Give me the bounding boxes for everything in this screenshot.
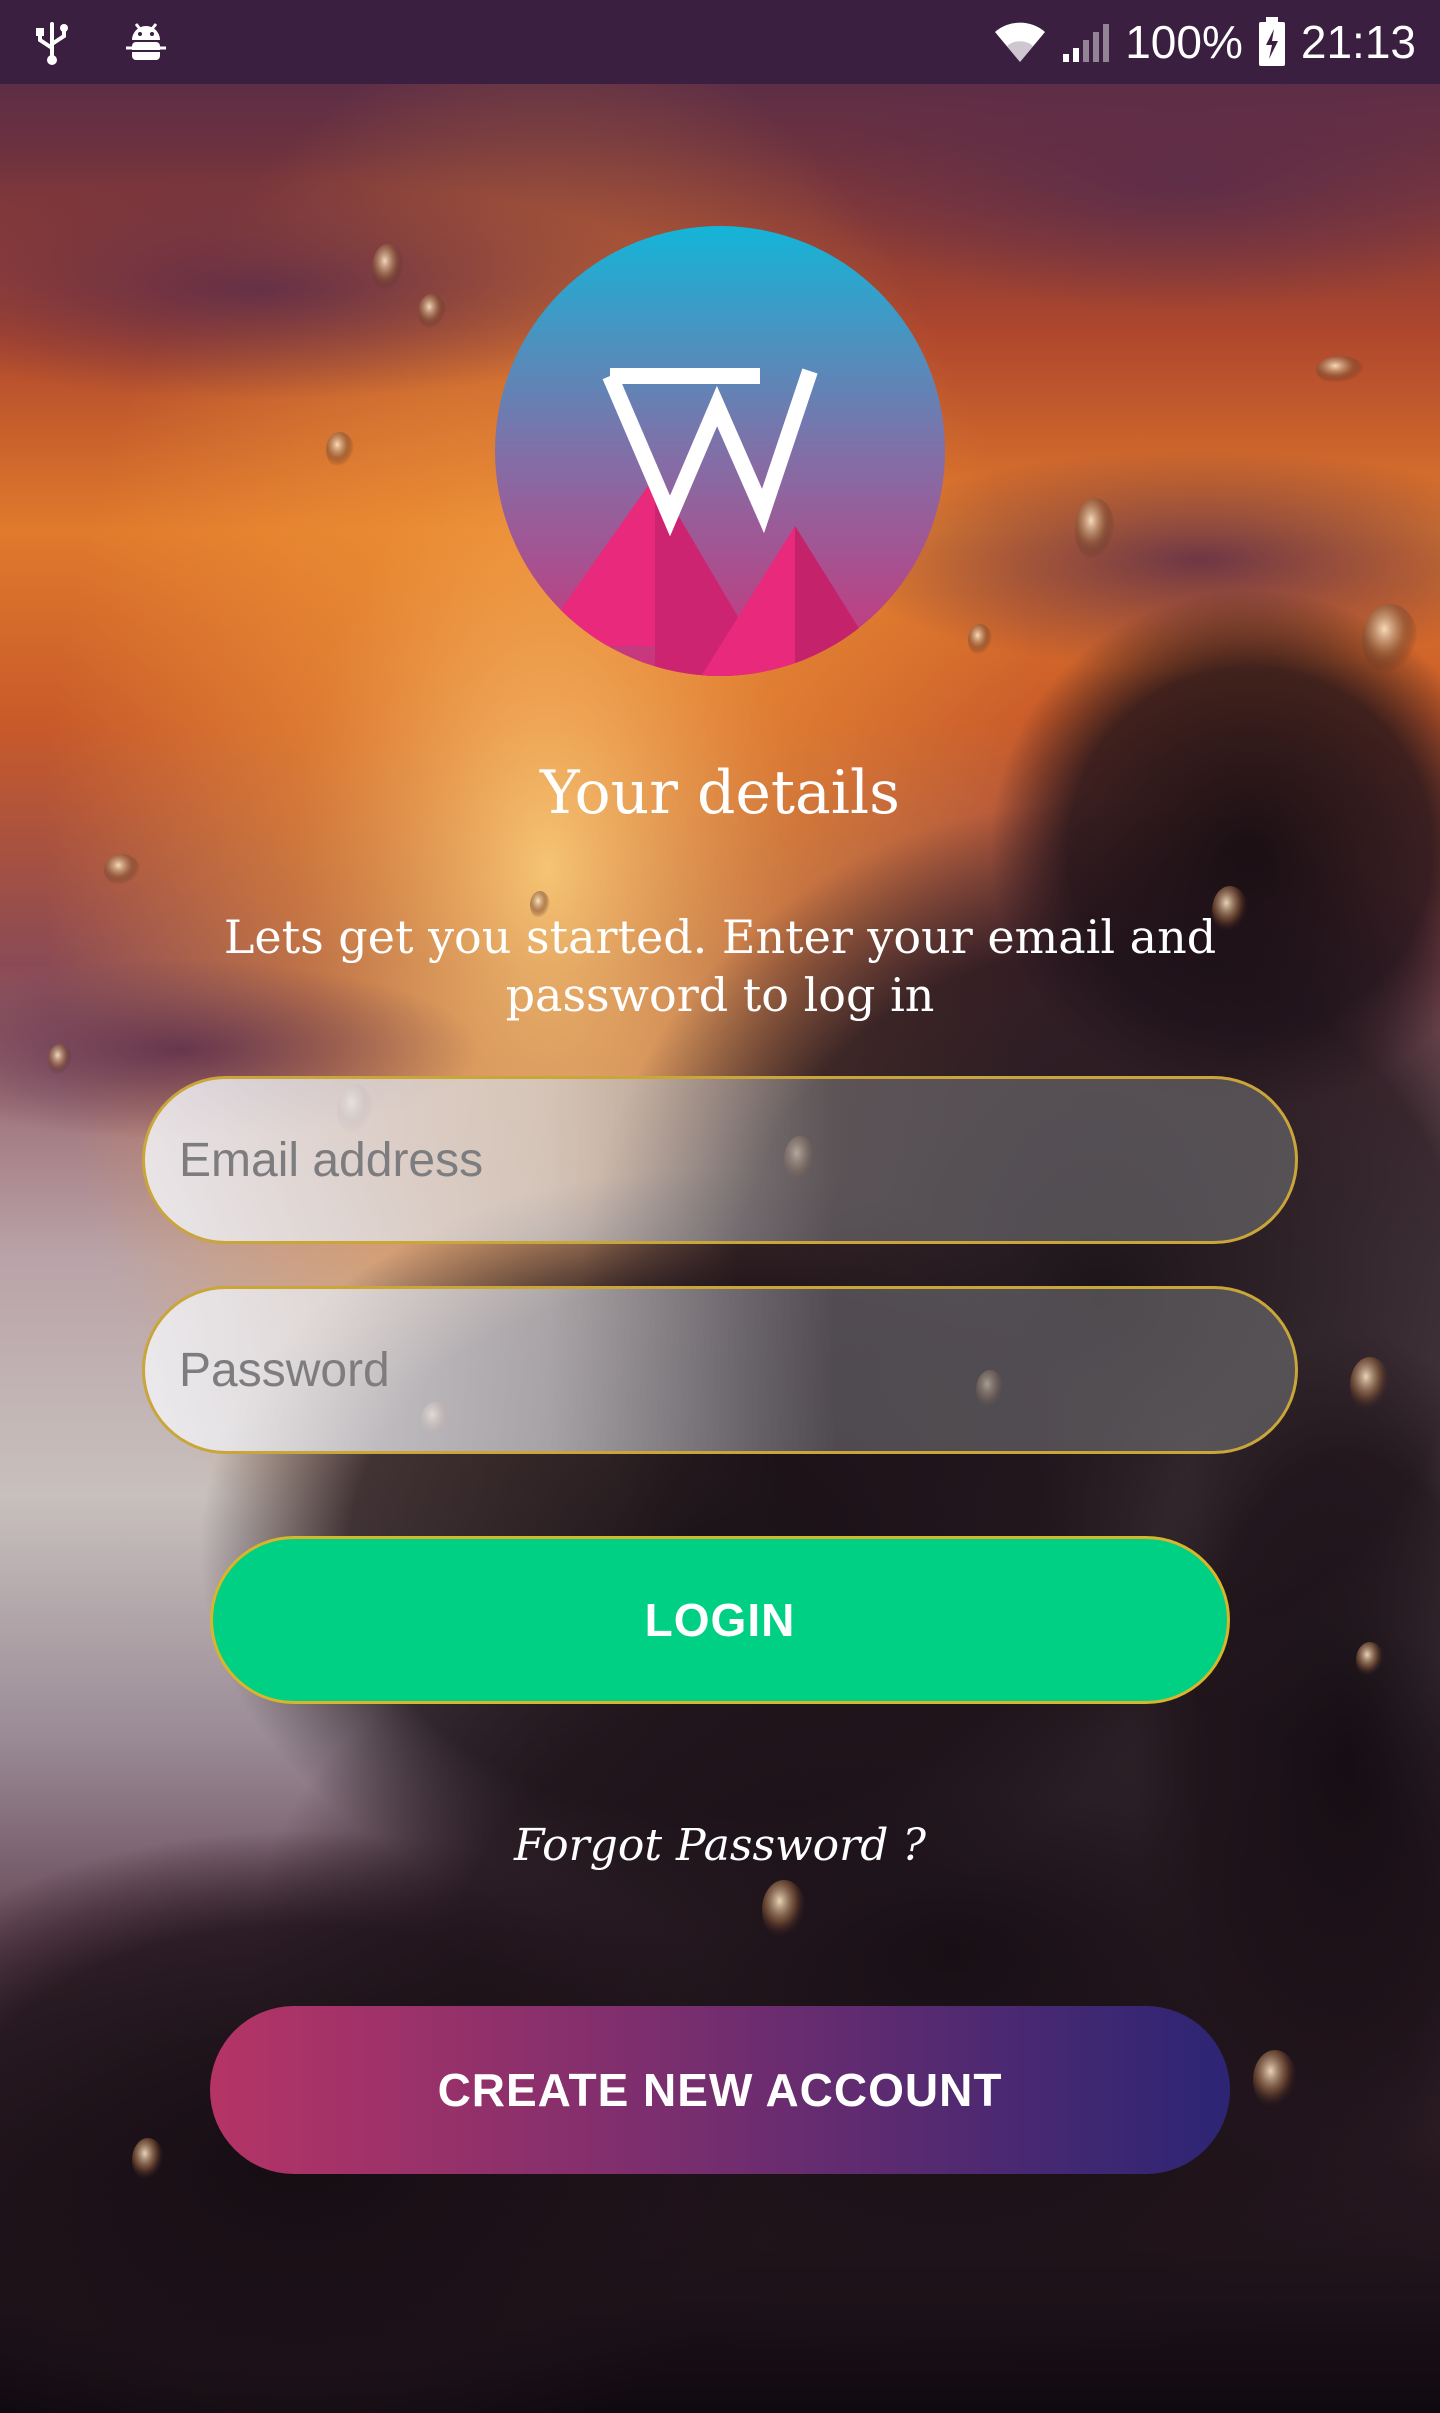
- clock: 21:13: [1300, 16, 1416, 68]
- email-input[interactable]: [177, 1131, 1295, 1189]
- page-title: Your details: [540, 758, 900, 828]
- login-button-label: LOGIN: [644, 1594, 796, 1646]
- login-screen: 100% 21:13 Your details Lets get you sta…: [0, 0, 1440, 2413]
- create-account-label: CREATE NEW ACCOUNT: [437, 2064, 1003, 2116]
- login-button[interactable]: LOGIN: [210, 1536, 1230, 1704]
- status-bar: 100% 21:13: [0, 0, 1440, 84]
- android-debug-icon: [126, 23, 166, 60]
- password-input[interactable]: [177, 1341, 1295, 1399]
- signal-icon: [1063, 24, 1110, 62]
- wifi-icon: [995, 22, 1046, 62]
- email-field[interactable]: [142, 1076, 1298, 1244]
- forgot-password-link[interactable]: Forgot Password ?: [0, 1820, 1440, 1871]
- app-logo-icon: [495, 226, 945, 676]
- usb-icon: [36, 22, 68, 65]
- create-account-button[interactable]: CREATE NEW ACCOUNT: [210, 2006, 1230, 2174]
- battery-percent: 100%: [1125, 16, 1243, 68]
- battery-charging-icon: [1258, 17, 1285, 66]
- password-field[interactable]: [142, 1286, 1298, 1454]
- page-subtitle: Lets get you started. Enter your email a…: [223, 910, 1217, 1022]
